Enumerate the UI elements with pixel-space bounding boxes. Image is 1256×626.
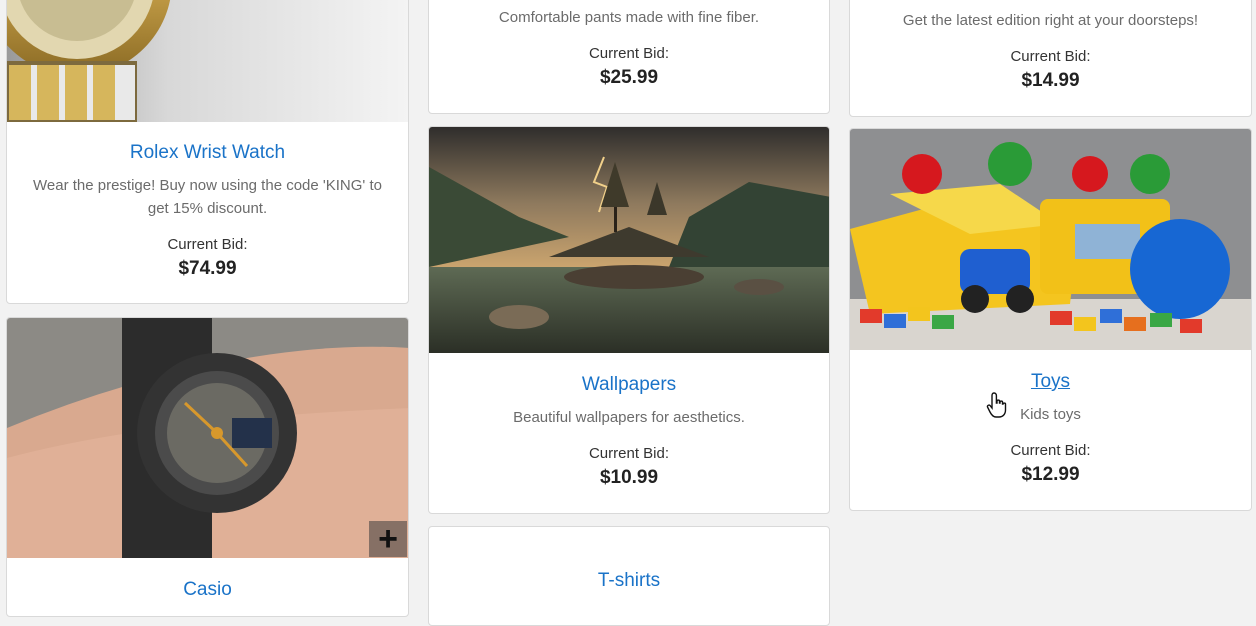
product-card-pants[interactable]: Comfortable pants made with fine fiber. … xyxy=(428,0,830,114)
product-card-rolex[interactable]: Rolex Wrist Watch Wear the prestige! Buy… xyxy=(6,0,409,304)
product-title[interactable]: Wallpapers xyxy=(429,374,829,396)
current-bid-label: Current Bid: xyxy=(167,236,248,253)
current-bid-price: $14.99 xyxy=(1021,70,1080,91)
product-card-toys[interactable]: Toys Kids toys Current Bid: $12.99 xyxy=(849,128,1252,511)
casio-image[interactable]: + xyxy=(7,318,408,558)
product-title[interactable]: Toys xyxy=(850,371,1251,393)
product-description: Beautiful wallpapers for aesthetics. xyxy=(513,409,745,426)
product-description: Comfortable pants made with fine fiber. xyxy=(498,9,760,26)
wallpapers-image[interactable] xyxy=(429,127,829,353)
rolex-image[interactable] xyxy=(7,0,408,122)
product-description: Get the latest edition right at your doo… xyxy=(902,12,1199,29)
product-card-tshirts[interactable]: T-shirts xyxy=(428,526,830,626)
toys-image[interactable] xyxy=(850,129,1251,350)
current-bid-price: $25.99 xyxy=(599,67,659,88)
current-bid-label: Current Bid: xyxy=(588,445,670,462)
product-card-casio[interactable]: + Casio xyxy=(6,317,409,617)
product-description: Wear the prestige! Buy now using the cod… xyxy=(33,177,382,217)
product-title[interactable]: Casio xyxy=(7,579,408,601)
hand-pointer-icon xyxy=(986,392,1007,418)
current-bid-price: $12.99 xyxy=(1021,464,1080,485)
product-card-wallpapers[interactable]: Wallpapers Beautiful wallpapers for aest… xyxy=(428,126,830,514)
current-bid-price: $74.99 xyxy=(178,258,237,279)
product-title[interactable]: T-shirts xyxy=(429,570,829,592)
current-bid-label: Current Bid: xyxy=(1010,442,1091,459)
product-card-newspaper[interactable]: Get the latest edition right at your doo… xyxy=(849,0,1252,117)
current-bid-label: Current Bid: xyxy=(588,45,670,62)
current-bid-label: Current Bid: xyxy=(1010,48,1091,65)
current-bid-price: $10.99 xyxy=(599,467,659,488)
product-title[interactable]: Rolex Wrist Watch xyxy=(7,142,408,164)
product-description: Kids toys xyxy=(1020,406,1081,423)
plus-icon[interactable]: + xyxy=(369,521,407,557)
